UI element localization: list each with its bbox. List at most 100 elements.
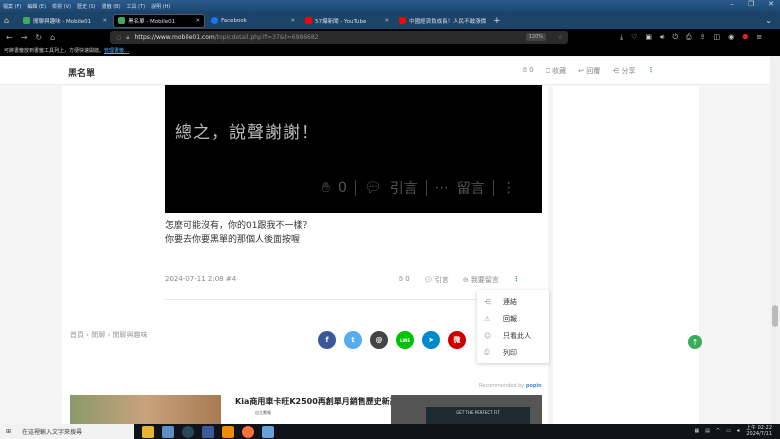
breadcrumb-forum[interactable]: 閒聊與趣味 <box>113 331 148 339</box>
tray-app-icon[interactable]: ▦ <box>694 428 699 434</box>
clock[interactable]: 上午 02:22 2024/7/11 <box>746 425 772 437</box>
zoom-level[interactable]: 120% <box>525 33 546 41</box>
menu-item-report[interactable]: ⚠ 回報 <box>477 310 549 327</box>
taskbar-search[interactable]: ⊞ 在這裡輸入文字來搜尋 <box>0 424 134 439</box>
image-like-count: 0 <box>337 180 347 196</box>
post-image-actions: ✋︎ 0 💬︎ 引言 ⋯ 留言 ⋮ <box>322 178 516 198</box>
windows-start-icon[interactable]: ⊞ <box>6 428 11 435</box>
tray-app-icon[interactable]: ▤ <box>705 428 710 434</box>
menu-item-link[interactable]: ⋲ 連結 <box>477 293 549 310</box>
bookmark-label: 收藏 <box>552 67 567 75</box>
scroll-to-top-button[interactable]: ↑ <box>688 335 702 349</box>
line-share-icon[interactable]: LINE <box>396 331 414 349</box>
close-icon[interactable]: ✕ <box>768 0 774 8</box>
menu-bookmarks[interactable]: 書籤 (B) <box>102 3 121 10</box>
reload-icon[interactable]: ↻ <box>35 33 42 42</box>
account-icon[interactable]: ◉ <box>728 33 734 42</box>
close-tab-icon[interactable]: ✕ <box>384 18 389 24</box>
new-tab-button[interactable]: + <box>493 16 501 26</box>
scrollbar[interactable] <box>770 56 780 424</box>
tab-1[interactable]: 黑名單 - Mobile01 ✕ <box>113 13 206 28</box>
home-icon[interactable]: ⌂ <box>50 33 55 42</box>
post-quote-button[interactable]: 💬︎ 引言 <box>424 275 449 285</box>
menu-edit[interactable]: 編輯 (E) <box>27 3 46 10</box>
weibo-share-icon[interactable]: 微 <box>448 331 466 349</box>
reply-button[interactable]: ↩ 回覆 <box>578 66 600 76</box>
menu-item-only-this-user[interactable]: ☺ 只看此人 <box>477 327 549 344</box>
file-explorer-icon[interactable] <box>142 425 154 438</box>
like-count: 0 <box>529 66 534 74</box>
menu-item-label: 回報 <box>503 314 517 323</box>
close-tab-icon[interactable]: ✕ <box>195 18 200 24</box>
recommend-card-title[interactable]: Kia商用車卡旺K2500再創單月銷售歷史新高 <box>235 396 398 407</box>
back-icon[interactable]: ← <box>6 33 13 42</box>
reply-label: 回覆 <box>586 67 601 75</box>
menu-file[interactable]: 檔案 (F) <box>3 3 21 10</box>
post-actions: ✋︎ 0 💬︎ 引言 ⊖ 我要留言 ⋮ <box>399 275 520 285</box>
topic-actions: ✋︎ 0 ⎕ 收藏 ↩ 回覆 ⋲ 分享 ⋮ <box>523 66 654 76</box>
manage-bookmarks-link[interactable]: 管理書籤… <box>104 48 129 54</box>
ad-text: GET THE PERFECT FIT <box>426 407 530 424</box>
recommend-card-image[interactable] <box>70 395 221 424</box>
extension-icon[interactable]: ▣ <box>645 33 652 42</box>
app-icon[interactable] <box>202 425 214 438</box>
share-icon: ⋲ <box>612 67 620 75</box>
post-image-text: 總之，說聲謝謝！ <box>175 123 319 143</box>
popin-logo[interactable]: popin <box>526 383 542 389</box>
url-bar[interactable]: ◌ 🔒︎ https://www.mobile01.com/topicdetail… <box>110 31 568 44</box>
hamburger-menu-icon[interactable]: ≡ <box>756 33 762 42</box>
facebook-share-icon[interactable]: f <box>318 331 336 349</box>
vlc-icon[interactable] <box>222 425 234 438</box>
star-icon[interactable]: ☆ <box>558 34 563 41</box>
share-button[interactable]: ⋲ 分享 <box>612 66 635 76</box>
close-tab-icon[interactable]: ✕ <box>290 18 295 24</box>
scrollbar-thumb[interactable] <box>772 305 778 327</box>
post-comment-button[interactable]: ⊖ 我要留言 <box>463 275 499 285</box>
menu-tools[interactable]: 工具 (T) <box>127 3 146 10</box>
steam-icon[interactable] <box>182 425 194 438</box>
sound-icon[interactable]: 🔊︎ <box>660 33 664 42</box>
notepad-icon[interactable] <box>162 425 174 438</box>
tab-0[interactable]: 閒聊與趣味 - Mobile01 ✕ <box>19 14 111 28</box>
close-tab-icon[interactable]: ✕ <box>102 18 107 24</box>
menu-item-print[interactable]: ⎙ 列印 <box>477 344 549 361</box>
tab-2[interactable]: Facebook ✕ <box>207 14 299 28</box>
list-tabs-icon[interactable]: ⌄ <box>765 16 772 25</box>
paint-icon[interactable] <box>262 425 274 438</box>
post-date: 2024-07-11 2:08 #4 <box>165 275 237 283</box>
download-icon[interactable]: ⤓ <box>620 33 623 42</box>
post-like-button[interactable]: ✋︎ 0 <box>399 275 410 285</box>
more-icon[interactable]: ⋮ <box>647 66 654 76</box>
menu-item-label: 連結 <box>503 297 517 306</box>
lock-icon: 🔒︎ <box>126 33 130 41</box>
volume-icon[interactable]: 🔊︎ <box>737 428 740 434</box>
shield-icon[interactable]: ◌ <box>116 34 121 41</box>
menu-view[interactable]: 檢視 (V) <box>52 3 71 10</box>
sidebar-icon[interactable]: ◫ <box>713 33 720 42</box>
chevron-up-icon[interactable]: ^ <box>716 428 720 434</box>
breadcrumb-category[interactable]: 閒聊 <box>91 331 105 339</box>
share-icon[interactable]: ⇪ <box>700 33 706 42</box>
system-tray: ▦ ▤ ^ ▭ 🔊︎ 上午 02:22 2024/7/11 <box>694 425 772 437</box>
threads-share-icon[interactable]: @ <box>370 331 388 349</box>
network-icon[interactable]: ▭ <box>726 428 731 434</box>
menu-history[interactable]: 歷史 (S) <box>77 3 96 10</box>
twitter-share-icon[interactable]: t <box>344 331 362 349</box>
forward-icon[interactable]: → <box>21 33 28 42</box>
minimize-icon[interactable]: – <box>730 0 734 8</box>
restore-icon[interactable]: ❐ <box>748 0 754 8</box>
power-icon[interactable]: ⏻ <box>672 33 678 42</box>
print-icon[interactable]: ⎙ <box>686 33 692 42</box>
telegram-share-icon[interactable]: ➤ <box>422 331 440 349</box>
tab-3[interactable]: 57爆新聞 - YouTube ✕ <box>301 14 393 28</box>
adblock-icon[interactable]: ⬣ <box>742 33 748 42</box>
breadcrumb-home[interactable]: 首頁 <box>70 331 84 339</box>
pocket-icon[interactable]: ♡ <box>631 33 637 42</box>
post-more-icon[interactable]: ⋮ <box>513 275 520 285</box>
bookmark-button[interactable]: ⎕ 收藏 <box>546 66 566 76</box>
menu-help[interactable]: 說明 (H) <box>151 3 170 10</box>
firefox-icon[interactable] <box>242 425 254 438</box>
like-button[interactable]: ✋︎ 0 <box>523 66 534 76</box>
tab-4[interactable]: 中國經濟負成長！人民不敢漲價✕ <box>395 14 487 28</box>
view-list-icon[interactable]: ⌂ <box>4 16 9 25</box>
